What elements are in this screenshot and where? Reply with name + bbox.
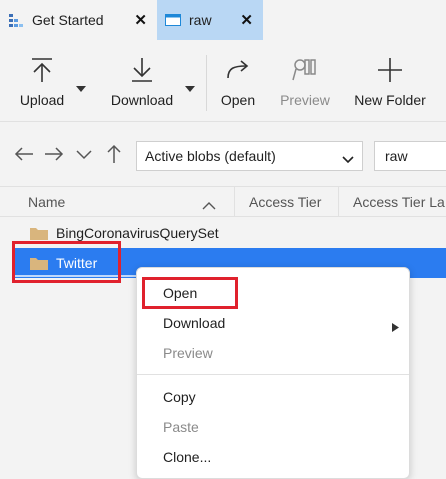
path-value: raw — [385, 148, 408, 164]
new-folder-label: New Folder — [354, 92, 426, 108]
column-header-access-tier[interactable]: Access Tier — [235, 187, 339, 217]
menu-item-paste[interactable]: Paste — [137, 412, 409, 442]
menu-divider — [137, 374, 409, 375]
menu-item-label: Copy — [163, 389, 196, 405]
download-dropdown-caret-icon[interactable] — [185, 80, 195, 92]
sort-ascending-icon — [202, 197, 216, 210]
close-icon[interactable]: ✕ — [134, 11, 147, 29]
row-name: BingCoronavirusQuerySet — [56, 225, 219, 241]
toolbar: Upload Download Open Preview New Folder — [0, 40, 446, 122]
column-label: Name — [28, 194, 66, 210]
path-input[interactable]: raw — [374, 141, 446, 171]
open-button[interactable]: Open — [216, 56, 260, 112]
tab-bar: Get Started ✕ raw ✕ — [0, 0, 446, 40]
menu-item-copy[interactable]: Copy — [137, 382, 409, 412]
forward-arrow-icon[interactable] — [44, 144, 64, 164]
plus-icon — [376, 56, 404, 84]
menu-item-download[interactable]: Download — [137, 308, 409, 338]
column-label: Access Tier — [249, 194, 322, 210]
close-icon[interactable]: ✕ — [240, 11, 253, 29]
folder-icon — [30, 226, 48, 240]
upload-label: Upload — [19, 92, 65, 108]
upload-button[interactable]: Upload — [16, 56, 68, 112]
get-started-icon — [8, 12, 24, 28]
chevron-down-icon[interactable] — [74, 144, 94, 164]
highlight-box — [12, 241, 121, 283]
table-header: Name Access Tier Access Tier La — [0, 186, 446, 217]
download-button[interactable]: Download — [106, 56, 178, 112]
download-icon — [128, 56, 156, 84]
download-label: Download — [110, 92, 174, 108]
chevron-down-icon — [342, 151, 354, 164]
back-arrow-icon[interactable] — [14, 144, 34, 164]
open-arrow-icon — [224, 56, 252, 84]
column-header-name[interactable]: Name — [14, 187, 235, 217]
menu-item-label: Preview — [163, 345, 213, 361]
menu-item-label: Download — [163, 315, 226, 331]
tab-raw[interactable]: raw ✕ — [157, 0, 263, 40]
tab-label: raw — [189, 12, 212, 28]
new-folder-button[interactable]: New Folder — [350, 56, 430, 112]
upload-icon — [28, 56, 56, 84]
menu-item-label: Clone... — [163, 449, 212, 465]
column-header-access-tier-last-modified[interactable]: Access Tier La — [339, 187, 446, 217]
container-icon — [165, 12, 181, 28]
upload-dropdown-caret-icon[interactable] — [76, 80, 86, 92]
submenu-arrow-icon — [392, 319, 399, 332]
preview-icon — [291, 56, 319, 84]
preview-button[interactable]: Preview — [276, 56, 334, 112]
column-label: Access Tier La — [353, 194, 445, 210]
blob-filter-value: Active blobs (default) — [145, 148, 276, 164]
menu-item-label: Paste — [163, 419, 199, 435]
menu-item-clone[interactable]: Clone... — [137, 442, 409, 472]
blob-filter-select[interactable]: Active blobs (default) — [136, 141, 363, 171]
tab-label: Get Started — [32, 12, 104, 28]
menu-item-preview[interactable]: Preview — [137, 338, 409, 368]
preview-label: Preview — [280, 92, 330, 108]
highlight-box — [142, 277, 238, 309]
up-arrow-icon[interactable] — [104, 144, 124, 164]
tab-get-started[interactable]: Get Started ✕ — [0, 0, 157, 40]
toolbar-divider — [206, 55, 207, 111]
open-label: Open — [220, 92, 256, 108]
